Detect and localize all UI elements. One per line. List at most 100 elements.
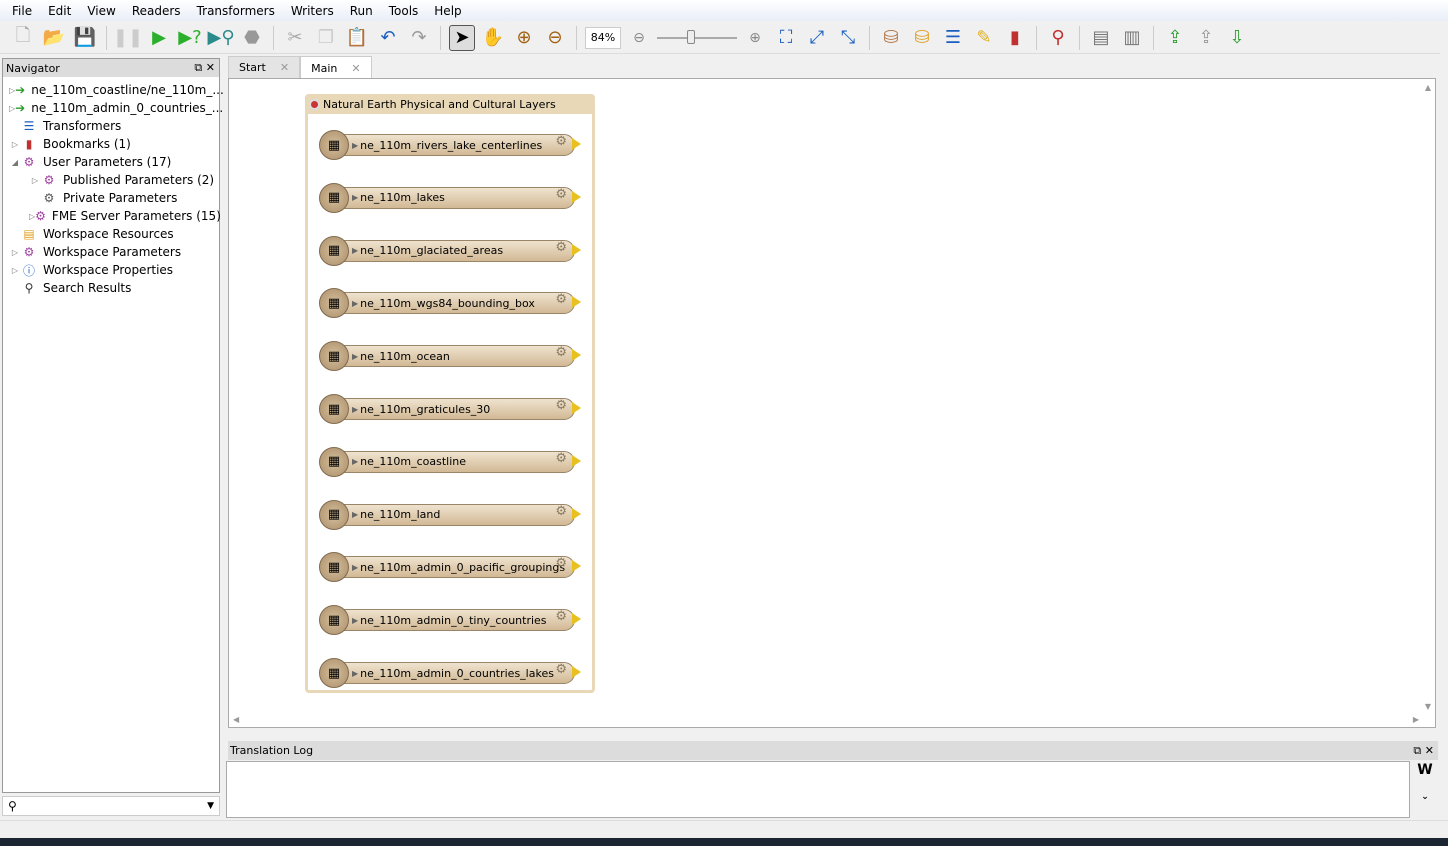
- feature-type-reader[interactable]: ▶ ne_110m_coastline ▦ ⚙: [319, 446, 581, 477]
- translation-log-output[interactable]: [226, 761, 1410, 818]
- output-port-icon[interactable]: [572, 613, 581, 626]
- tab-start[interactable]: Start ✕: [228, 56, 301, 78]
- navigator-item[interactable]: ☰ Transformers: [3, 117, 219, 135]
- expand-arrow-icon[interactable]: ▶: [352, 669, 358, 678]
- expand-arrow-icon[interactable]: ▶: [352, 563, 358, 572]
- navigator-item[interactable]: ▷ ⓘ Workspace Properties: [3, 261, 219, 279]
- zoom-level-field[interactable]: 84%: [585, 26, 621, 49]
- menu-run[interactable]: Run: [342, 4, 381, 18]
- zoom-selection-icon[interactable]: ⤡: [835, 25, 861, 51]
- export-feature-types-icon[interactable]: ⇩: [1224, 25, 1250, 51]
- feature-type-reader[interactable]: ▶ ne_110m_admin_0_tiny_countries ▦ ⚙: [319, 605, 581, 636]
- expand-arrow-icon[interactable]: ▷: [9, 266, 21, 275]
- output-port-icon[interactable]: [572, 296, 581, 309]
- feature-type-reader[interactable]: ▶ ne_110m_wgs84_bounding_box ▦ ⚙: [319, 288, 581, 319]
- navigator-search-input[interactable]: ⚲ ▼: [2, 796, 220, 816]
- add-writer-icon[interactable]: ⛁: [909, 25, 935, 51]
- zoom-in-icon[interactable]: ⊕: [511, 25, 537, 51]
- feature-type-reader[interactable]: ▶ ne_110m_admin_0_countries_lakes ▦ ⚙: [319, 658, 581, 688]
- expand-arrow-icon[interactable]: ▶: [352, 352, 358, 361]
- navigator-item[interactable]: ◢ ⚙ User Parameters (17): [3, 153, 219, 171]
- bookmark[interactable]: Natural Earth Physical and Cultural Laye…: [305, 94, 595, 693]
- output-port-icon[interactable]: [572, 666, 581, 678]
- add-reader-icon[interactable]: ⛁: [878, 25, 904, 51]
- menu-transformers[interactable]: Transformers: [189, 4, 283, 18]
- output-port-icon[interactable]: [572, 190, 581, 203]
- feature-type-body[interactable]: ▶ ne_110m_ocean: [333, 345, 575, 368]
- close-tab-icon[interactable]: ✕: [280, 61, 289, 74]
- save-icon[interactable]: 💾: [72, 25, 98, 51]
- run-icon[interactable]: ▶: [146, 25, 172, 51]
- feature-type-body[interactable]: ▶ ne_110m_wgs84_bounding_box: [333, 292, 575, 315]
- add-transformer-icon[interactable]: ☰: [940, 25, 966, 51]
- new-file-icon[interactable]: 🗋: [10, 25, 36, 51]
- expand-arrow-icon[interactable]: ▶: [352, 141, 358, 150]
- gear-icon[interactable]: ⚙: [555, 609, 567, 624]
- close-tab-icon[interactable]: ✕: [351, 62, 360, 75]
- feature-type-reader[interactable]: ▶ ne_110m_lakes ▦ ⚙: [319, 182, 581, 213]
- navigator-item[interactable]: ⚲ Search Results: [3, 279, 219, 297]
- expand-arrow-icon[interactable]: ▶: [352, 616, 358, 625]
- navigator-item[interactable]: ▷ ➔ ne_110m_coastline/ne_110m_...: [3, 81, 224, 99]
- expand-arrow-icon[interactable]: ▶: [352, 246, 358, 255]
- output-port-icon[interactable]: [572, 402, 581, 414]
- gear-icon[interactable]: ⚙: [555, 345, 567, 360]
- navigator-item[interactable]: ▷ ⚙ FME Server Parameters (15): [3, 207, 221, 225]
- paste-icon[interactable]: 📋: [344, 25, 370, 51]
- output-port-icon[interactable]: [572, 138, 581, 150]
- chevron-down-icon[interactable]: ⌄: [1412, 792, 1438, 802]
- feature-type-reader[interactable]: ▶ ne_110m_ocean ▦ ⚙: [319, 341, 581, 372]
- zoom-minus-icon[interactable]: ⊖: [626, 25, 652, 51]
- navigator-item[interactable]: ▷ ⚙ Published Parameters (2): [3, 171, 219, 189]
- tab-main[interactable]: Main ✕: [300, 56, 372, 79]
- feature-type-body[interactable]: ▶ ne_110m_graticules_30: [333, 398, 575, 420]
- output-port-icon[interactable]: [572, 507, 581, 520]
- output-port-icon[interactable]: [572, 243, 581, 256]
- float-panel-icon[interactable]: ⧉: [194, 61, 202, 74]
- feature-type-body[interactable]: ▶ ne_110m_rivers_lake_centerlines: [333, 134, 575, 156]
- output-port-icon[interactable]: [572, 560, 581, 573]
- gear-icon[interactable]: ⚙: [555, 504, 567, 519]
- stop-icon[interactable]: ⬣: [239, 25, 265, 51]
- zoom-plus-icon[interactable]: ⊕: [742, 25, 768, 51]
- gear-icon[interactable]: ⚙: [555, 662, 567, 677]
- zoom-fit-icon[interactable]: ⤢: [804, 25, 830, 51]
- gear-icon[interactable]: ⚙: [555, 398, 567, 413]
- bookmark-header[interactable]: Natural Earth Physical and Cultural Laye…: [305, 94, 595, 114]
- zoom-extents-icon[interactable]: ⛶: [773, 25, 799, 51]
- workspace-canvas[interactable]: Natural Earth Physical and Cultural Laye…: [228, 78, 1436, 728]
- output-port-icon[interactable]: [572, 454, 581, 467]
- zoom-slider-handle[interactable]: [687, 29, 695, 44]
- expand-arrow-icon[interactable]: ▶: [352, 299, 358, 308]
- feature-type-body[interactable]: ▶ ne_110m_admin_0_pacific_groupings: [333, 556, 575, 579]
- float-panel-icon[interactable]: ⧉: [1413, 744, 1421, 757]
- navigator-item[interactable]: ▷ ➔ ne_110m_admin_0_countries_...: [3, 99, 223, 117]
- gear-icon[interactable]: ⚙: [555, 187, 567, 202]
- pan-hand-icon[interactable]: ✋: [480, 25, 506, 51]
- feature-type-reader[interactable]: ▶ ne_110m_rivers_lake_centerlines ▦ ⚙: [319, 130, 581, 160]
- feature-type-reader[interactable]: ▶ ne_110m_glaciated_areas ▦ ⚙: [319, 235, 581, 266]
- navigator-item[interactable]: ▷ ⚙ Workspace Parameters: [3, 243, 219, 261]
- zoom-slider[interactable]: [657, 29, 737, 44]
- menu-file[interactable]: File: [4, 4, 40, 18]
- find-icon[interactable]: ⚲: [1045, 25, 1071, 51]
- import-feature-types-icon[interactable]: ⇪: [1162, 25, 1188, 51]
- gear-icon[interactable]: ⚙: [555, 556, 567, 571]
- chevron-down-icon[interactable]: ▼: [207, 801, 214, 811]
- navigator-item[interactable]: ⚙ Private Parameters: [3, 189, 219, 207]
- close-panel-icon[interactable]: ✕: [206, 61, 215, 74]
- navigator-item[interactable]: ▤ Workspace Resources: [3, 225, 219, 243]
- menu-tools[interactable]: Tools: [381, 4, 427, 18]
- inspect-icon[interactable]: ▶⚲: [207, 25, 234, 51]
- add-bookmark-icon[interactable]: ▮: [1002, 25, 1028, 51]
- add-annotation-icon[interactable]: ✎: [971, 25, 997, 51]
- feature-type-body[interactable]: ▶ ne_110m_lakes: [333, 186, 575, 209]
- expand-arrow-icon[interactable]: ▶: [352, 405, 358, 414]
- undo-icon[interactable]: ↶: [375, 25, 401, 51]
- redo-icon[interactable]: ↷: [406, 25, 432, 51]
- feature-type-body[interactable]: ▶ ne_110m_admin_0_countries_lakes: [333, 662, 575, 684]
- menu-help[interactable]: Help: [426, 4, 469, 18]
- vertical-scrollbar[interactable]: ▲ ▼: [1421, 79, 1435, 715]
- feature-type-reader[interactable]: ▶ ne_110m_admin_0_pacific_groupings ▦ ⚙: [319, 552, 581, 583]
- expand-arrow-icon[interactable]: ▷: [9, 248, 21, 257]
